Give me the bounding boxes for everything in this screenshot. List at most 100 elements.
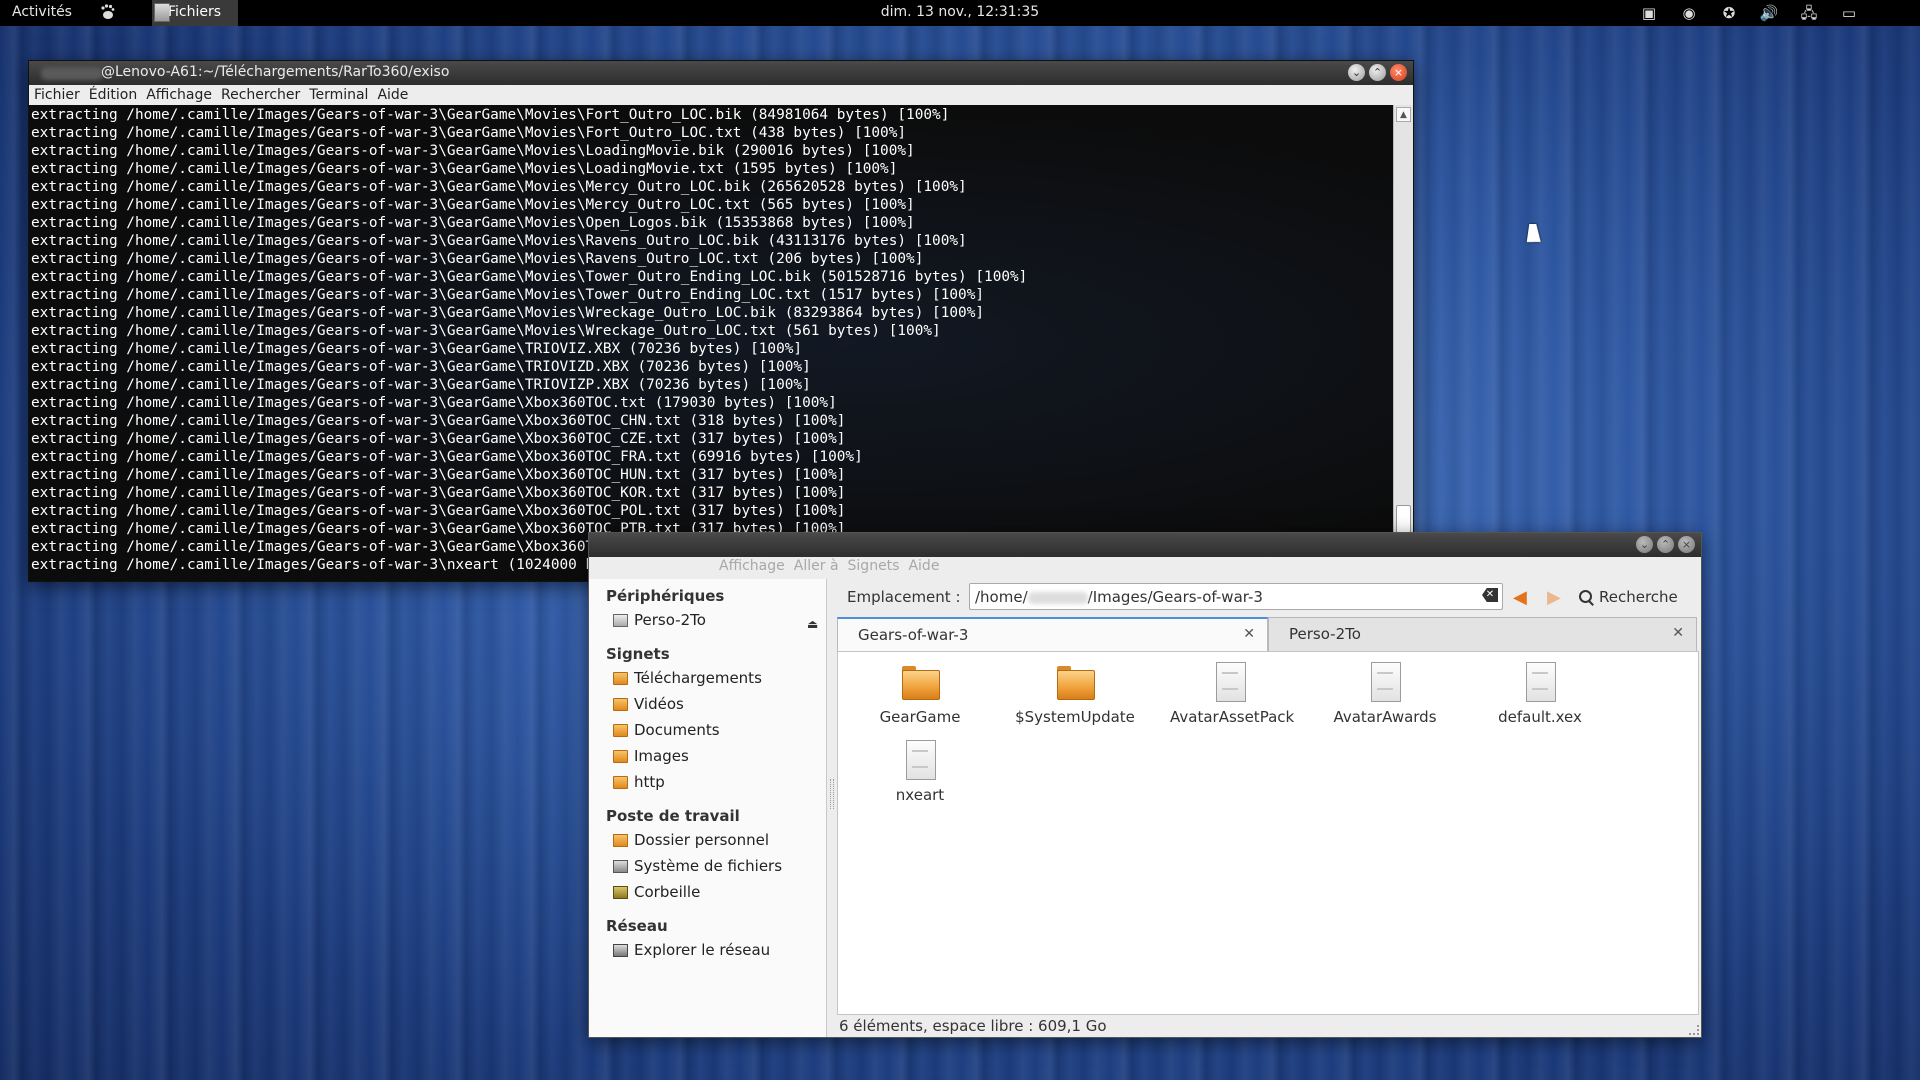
file-view[interactable]: GearGame $SystemUpdate AvatarAssetPack A… <box>837 651 1699 1015</box>
forward-arrow-icon[interactable]: ▶ <box>1547 587 1561 608</box>
folder-icon <box>613 671 628 685</box>
sidebar-item-network[interactable]: Explorer le réseau <box>613 941 770 959</box>
devices-heading: Périphériques <box>606 587 725 605</box>
file-name: AvatarAwards <box>1333 708 1437 726</box>
folder-icon <box>1055 662 1095 702</box>
terminal-title: @Lenovo-A61:~/Téléchargements/RarTo360/e… <box>101 64 450 80</box>
network-icon[interactable]: 🖧 <box>1798 3 1820 23</box>
fm-menu-aide[interactable]: Aide <box>908 558 939 574</box>
filesystem-icon <box>613 859 628 873</box>
scroll-thumb[interactable] <box>1396 505 1411 533</box>
close-button[interactable]: × <box>1390 64 1407 81</box>
file-item-geargame[interactable]: GearGame <box>860 662 980 726</box>
file-item-systemupdate[interactable]: $SystemUpdate <box>1015 662 1135 726</box>
maximize-button[interactable]: ⌃ <box>1369 64 1386 81</box>
sidebar-splitter[interactable] <box>827 579 835 1037</box>
file-item-avatarawards[interactable]: AvatarAwards <box>1325 662 1445 726</box>
fm-menu-affichage[interactable]: Affichage <box>719 558 785 574</box>
record-icon[interactable]: ◉ <box>1678 3 1700 23</box>
document-icon <box>900 740 940 780</box>
sidebar-item-label: Vidéos <box>634 695 684 713</box>
file-name: $SystemUpdate <box>1015 708 1135 726</box>
accessibility-icon[interactable]: ✪ <box>1718 3 1740 23</box>
system-tray: ▣ ◉ ✪ 🔊 🖧 ▭ <box>1638 3 1860 23</box>
sidebar-item-documents[interactable]: Documents <box>613 721 720 739</box>
terminal-line: extracting /home/.camille/Images/Gears-o… <box>31 233 967 249</box>
terminal-titlebar[interactable]: @Lenovo-A61:~/Téléchargements/RarTo360/e… <box>29 61 1413 85</box>
activities-button[interactable]: Activités <box>12 4 72 20</box>
sidebar-item-telechargements[interactable]: Téléchargements <box>613 669 762 687</box>
terminal-output[interactable]: extracting /home/.camille/Images/Gears-o… <box>29 105 1393 581</box>
clock[interactable]: dim. 13 nov., 12:31:35 <box>881 4 1039 20</box>
sidebar-item-perso-2to[interactable]: Perso-2To <box>613 611 706 629</box>
file-item-avatarassetpack[interactable]: AvatarAssetPack <box>1170 662 1294 726</box>
chat-icon[interactable]: ▭ <box>1838 3 1860 23</box>
terminal-line: extracting /home/.camille/Images/Gears-o… <box>31 125 907 141</box>
terminal-line: extracting /home/.camille/Images/Gears-o… <box>31 449 863 465</box>
tab-perso-2to[interactable]: Perso-2To ✕ <box>1268 617 1697 651</box>
search-icon <box>1579 589 1594 605</box>
menu-affichage[interactable]: Affichage <box>146 87 212 103</box>
fm-menubar: Affichage Aller à Signets Aide <box>589 557 1701 577</box>
menu-terminal[interactable]: Terminal <box>309 87 368 103</box>
file-name: AvatarAssetPack <box>1170 708 1295 726</box>
sidebar-item-home[interactable]: Dossier personnel <box>613 831 769 849</box>
sidebar-item-trash[interactable]: Corbeille <box>613 883 700 901</box>
fm-maximize-button[interactable]: ⌃ <box>1657 536 1674 553</box>
terminal-line: extracting /home/.camille/Images/Gears-o… <box>31 215 915 231</box>
clipboard-icon[interactable]: ▣ <box>1638 3 1660 23</box>
file-item-default-xex[interactable]: default.xex <box>1480 662 1600 726</box>
document-icon <box>1520 662 1560 702</box>
home-icon <box>613 833 628 847</box>
terminal-line: extracting /home/.camille/Images/Gears-o… <box>31 413 846 429</box>
sidebar-item-filesystem[interactable]: Système de fichiers <box>613 857 782 875</box>
terminal-line: extracting /home/.camille/Images/Gears-o… <box>31 161 898 177</box>
fm-close-button[interactable]: × <box>1678 536 1695 553</box>
sidebar-item-label: Système de fichiers <box>634 857 783 875</box>
menu-edition[interactable]: Édition <box>89 87 137 103</box>
terminal-window: @Lenovo-A61:~/Téléchargements/RarTo360/e… <box>28 60 1414 582</box>
scroll-up-arrow-icon[interactable]: ▲ <box>1396 107 1411 122</box>
menu-fichier[interactable]: Fichier <box>34 87 80 103</box>
clear-icon[interactable]: ✕ <box>1482 588 1498 602</box>
volume-icon[interactable]: 🔊 <box>1758 3 1780 23</box>
sidebar-item-label: Images <box>634 747 689 765</box>
menu-aide[interactable]: Aide <box>377 87 408 103</box>
terminal-line: extracting /home/.camille/Images/Gears-o… <box>31 377 811 393</box>
sidebar-item-label: Perso-2To <box>634 611 706 629</box>
bookmarks-heading: Signets <box>606 645 670 663</box>
sidebar-item-images[interactable]: Images <box>613 747 689 765</box>
folder-icon <box>613 697 628 711</box>
minimize-button[interactable]: ⌄ <box>1348 64 1365 81</box>
search-button[interactable]: Recherche <box>1579 588 1678 606</box>
app-menu[interactable]: Fichiers <box>168 4 221 20</box>
file-name: GearGame <box>879 708 961 726</box>
tab-label: Gears-of-war-3 <box>858 626 969 644</box>
file-item-nxeart[interactable]: nxeart <box>860 740 980 804</box>
terminal-line: extracting /home/.camille/Images/Gears-o… <box>31 143 915 159</box>
tab-gears-of-war-3[interactable]: Gears-of-war-3 ✕ <box>837 617 1268 651</box>
tab-close-icon[interactable]: ✕ <box>1672 625 1684 641</box>
search-label: Recherche <box>1599 588 1678 606</box>
sidebar-item-videos[interactable]: Vidéos <box>613 695 684 713</box>
folder-icon <box>613 749 628 763</box>
back-arrow-icon[interactable]: ◀ <box>1513 587 1527 608</box>
fm-minimize-button[interactable]: ⌄ <box>1636 536 1653 553</box>
network-heading: Réseau <box>606 917 668 935</box>
resize-grip-icon[interactable] <box>1689 1025 1699 1035</box>
blurred-username <box>41 67 103 80</box>
terminal-scrollbar[interactable]: ▲ ▼ <box>1393 105 1413 581</box>
fm-menu-signets[interactable]: Signets <box>848 558 900 574</box>
location-suffix: /Images/Gears-of-war-3 <box>1087 588 1263 606</box>
terminal-lines: extracting /home/.camille/Images/Gears-o… <box>29 105 1393 574</box>
sidebar-item-label: Dossier personnel <box>634 831 770 849</box>
menu-rechercher[interactable]: Rechercher <box>221 87 300 103</box>
location-input[interactable]: /home/ /Images/Gears-of-war-3 ✕ <box>969 583 1503 610</box>
sidebar-item-label: Corbeille <box>634 883 701 901</box>
fm-titlebar[interactable]: ⌄ ⌃ × <box>589 533 1701 557</box>
tab-close-icon[interactable]: ✕ <box>1243 626 1255 642</box>
blurred-username <box>1027 591 1088 604</box>
fm-menu-aller[interactable]: Aller à <box>794 558 839 574</box>
sidebar-item-http[interactable]: http <box>613 773 665 791</box>
eject-icon[interactable]: ⏏ <box>807 617 818 631</box>
